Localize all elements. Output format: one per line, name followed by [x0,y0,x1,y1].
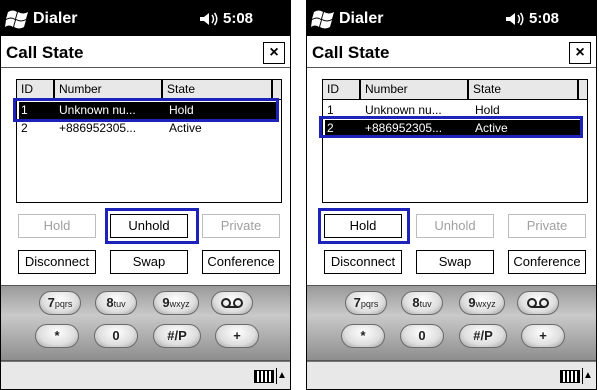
speaker-icon[interactable] [199,12,219,26]
cell-state: Active [475,121,508,135]
key-star[interactable]: * [35,324,79,348]
key-digit: 7 [353,295,361,310]
key-0[interactable]: 0 [400,324,444,348]
page-header: Call State × [1,38,290,68]
cell-state: Hold [169,103,194,117]
column-header-state[interactable]: State [469,80,579,99]
cell-id: 1 [21,103,28,117]
cell-state: Active [169,121,202,135]
disconnect-button[interactable]: Disconnect [324,250,402,274]
conference-button[interactable]: Conference [508,250,586,274]
keyboard-icon[interactable] [560,370,580,383]
swap-button[interactable]: Swap [110,250,188,274]
list-header: ID Number State [17,80,281,100]
key-digit: 9 [162,295,170,310]
column-header-number[interactable]: Number [361,80,469,99]
table-row[interactable]: 1 Unknown nu... Hold [19,102,277,119]
cell-id: 1 [327,103,334,117]
title-bar: Dialer 5:08 [307,1,596,36]
key-7[interactable]: 7pqrs [345,291,387,315]
input-menu-arrow-icon[interactable]: ▲ [276,368,287,384]
key-letters: tuv [113,299,126,309]
key-letters: pqrs [54,299,73,309]
key-digit: 9 [468,295,476,310]
column-header-id[interactable]: ID [17,80,55,99]
title-bar: Dialer 5:08 [1,1,290,36]
phone-screen-right: Dialer 5:08 Call State × ID Number State… [306,0,597,390]
close-button[interactable]: × [569,42,591,64]
close-button[interactable]: × [263,42,285,64]
conference-button[interactable]: Conference [202,250,280,274]
page-header: Call State × [307,38,596,68]
key-star[interactable]: * [341,324,385,348]
key-hash-pause[interactable]: #/P [153,324,201,348]
voicemail-key[interactable] [517,291,559,315]
column-header-state[interactable]: State [163,80,273,99]
table-row[interactable]: 2 +886952305... Active [325,120,583,137]
voicemail-icon [527,298,549,308]
column-header-number[interactable]: Number [55,80,163,99]
cell-number: +886952305... [59,121,137,135]
bottom-menu-bar: ▲ [307,361,596,389]
key-9[interactable]: 9wxyz [459,291,505,315]
unhold-button[interactable]: Unhold [110,214,188,238]
key-8[interactable]: 8tuv [95,291,137,315]
swap-button[interactable]: Swap [416,250,494,274]
hold-button[interactable]: Hold [324,214,402,238]
key-plus[interactable]: + [521,324,565,348]
app-title: Dialer [33,10,78,27]
call-list[interactable]: ID Number State 1 Unknown nu... Hold 2 +… [322,79,588,203]
key-letters: wxyz [475,299,496,309]
key-letters: wxyz [169,299,190,309]
dial-keypad: 7pqrs 8tuv 9wxyz * 0 #/P + [1,285,290,361]
unhold-button[interactable]: Unhold [416,214,494,238]
voicemail-key[interactable] [211,291,253,315]
input-menu-arrow-icon[interactable]: ▲ [582,368,593,384]
key-9[interactable]: 9wxyz [153,291,199,315]
page-title: Call State [312,43,390,62]
key-7[interactable]: 7pqrs [39,291,81,315]
call-list[interactable]: ID Number State 1 Unknown nu... Hold 2 +… [16,79,282,203]
key-letters: pqrs [360,299,379,309]
list-header: ID Number State [323,80,587,100]
clock[interactable]: 5:08 [529,10,559,27]
cell-state: Hold [475,103,500,117]
clock[interactable]: 5:08 [223,10,253,27]
cell-number: Unknown nu... [59,103,136,117]
table-row[interactable]: 1 Unknown nu... Hold [325,102,583,119]
keyboard-icon[interactable] [254,370,274,383]
table-row[interactable]: 2 +886952305... Active [19,120,277,137]
disconnect-button[interactable]: Disconnect [18,250,96,274]
key-letters: tuv [419,299,432,309]
windows-flag-icon[interactable] [5,7,31,31]
private-button[interactable]: Private [202,214,280,238]
windows-flag-icon[interactable] [311,7,337,31]
key-digit: 8 [412,295,420,310]
app-title: Dialer [339,10,384,27]
phone-screen-left: Dialer 5:08 Call State × ID Number State… [0,0,291,390]
dial-keypad: 7pqrs 8tuv 9wxyz * 0 #/P + [307,285,596,361]
column-header-id[interactable]: ID [323,80,361,99]
cell-id: 2 [21,121,28,135]
cell-id: 2 [327,121,334,135]
hold-button[interactable]: Hold [18,214,96,238]
cell-number: Unknown nu... [365,103,442,117]
voicemail-icon [221,298,243,308]
key-digit: 8 [106,295,114,310]
private-button[interactable]: Private [508,214,586,238]
bottom-menu-bar: ▲ [1,361,290,389]
speaker-icon[interactable] [505,12,525,26]
key-plus[interactable]: + [215,324,259,348]
cell-number: +886952305... [365,121,443,135]
key-hash-pause[interactable]: #/P [459,324,507,348]
page-title: Call State [6,43,84,62]
key-digit: 7 [47,295,55,310]
key-8[interactable]: 8tuv [401,291,443,315]
key-0[interactable]: 0 [94,324,138,348]
